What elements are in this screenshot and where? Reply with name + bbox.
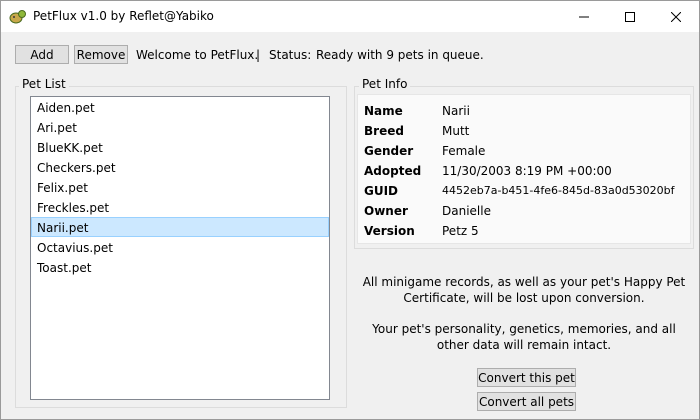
- list-item[interactable]: Toast.pet: [31, 257, 329, 277]
- minimize-button[interactable]: [561, 1, 607, 32]
- pet-list-label: Pet List: [19, 77, 69, 91]
- notice-line: Certificate, will be lost upon conversio…: [403, 291, 645, 305]
- info-key: Version: [364, 224, 415, 238]
- toolbar-separator: |: [256, 48, 261, 62]
- list-item[interactable]: Aiden.pet: [31, 97, 329, 117]
- notice-line: Your pet's personality, genetics, memori…: [372, 322, 676, 336]
- list-item-selected[interactable]: Narii.pet: [31, 217, 329, 237]
- app-window: PetFlux v1.0 by Reflet@Yabiko Add Remove…: [0, 0, 700, 420]
- convert-this-pet-button[interactable]: Convert this pet: [477, 368, 576, 387]
- info-value: 4452eb7a-b451-4fe6-845d-83a0d53020bf: [442, 184, 675, 197]
- pet-info-panel: Name Narii Breed Mutt Gender Female Adop…: [357, 94, 691, 244]
- info-value: Female: [442, 144, 486, 158]
- add-button[interactable]: Add: [15, 45, 69, 64]
- list-item[interactable]: Freckles.pet: [31, 197, 329, 217]
- info-value: 11/30/2003 8:19 PM +00:00: [442, 164, 612, 178]
- info-value: Narii: [442, 104, 470, 118]
- info-key: GUID: [364, 184, 399, 198]
- list-item[interactable]: Ari.pet: [31, 117, 329, 137]
- welcome-text: Welcome to PetFlux.: [136, 48, 259, 62]
- close-icon: [671, 11, 681, 22]
- info-key: Adopted: [364, 164, 422, 178]
- notice-line: All minigame records, as well as your pe…: [362, 275, 686, 289]
- list-item[interactable]: Octavius.pet: [31, 237, 329, 257]
- info-key: Owner: [364, 204, 408, 218]
- pet-info-label: Pet Info: [359, 77, 411, 91]
- notice-line: other data will remain intact.: [436, 338, 612, 352]
- info-value: Mutt: [442, 124, 470, 138]
- status-value: Ready with 9 pets in queue.: [316, 48, 484, 62]
- info-key: Breed: [364, 124, 404, 138]
- notice-loss: All minigame records, as well as your pe…: [357, 274, 691, 306]
- app-icon: [9, 10, 26, 24]
- info-key: Gender: [364, 144, 414, 158]
- info-key: Name: [364, 104, 403, 118]
- maximize-button[interactable]: [607, 1, 653, 32]
- status-label: Status:: [269, 48, 312, 62]
- notice-kept: Your pet's personality, genetics, memori…: [357, 321, 691, 353]
- window-title: PetFlux v1.0 by Reflet@Yabiko: [33, 9, 214, 23]
- remove-button[interactable]: Remove: [74, 45, 128, 64]
- title-bar[interactable]: PetFlux v1.0 by Reflet@Yabiko: [1, 1, 699, 32]
- list-item[interactable]: Checkers.pet: [31, 157, 329, 177]
- maximize-icon: [625, 11, 635, 22]
- pet-listbox[interactable]: Aiden.pet Ari.pet BlueKK.pet Checkers.pe…: [30, 96, 330, 400]
- info-value: Petz 5: [442, 224, 479, 238]
- info-value: Danielle: [442, 204, 491, 218]
- convert-all-pets-button[interactable]: Convert all pets: [477, 392, 576, 411]
- list-item[interactable]: Felix.pet: [31, 177, 329, 197]
- list-item[interactable]: BlueKK.pet: [31, 137, 329, 157]
- close-button[interactable]: [653, 1, 699, 32]
- minimize-icon: [579, 16, 589, 17]
